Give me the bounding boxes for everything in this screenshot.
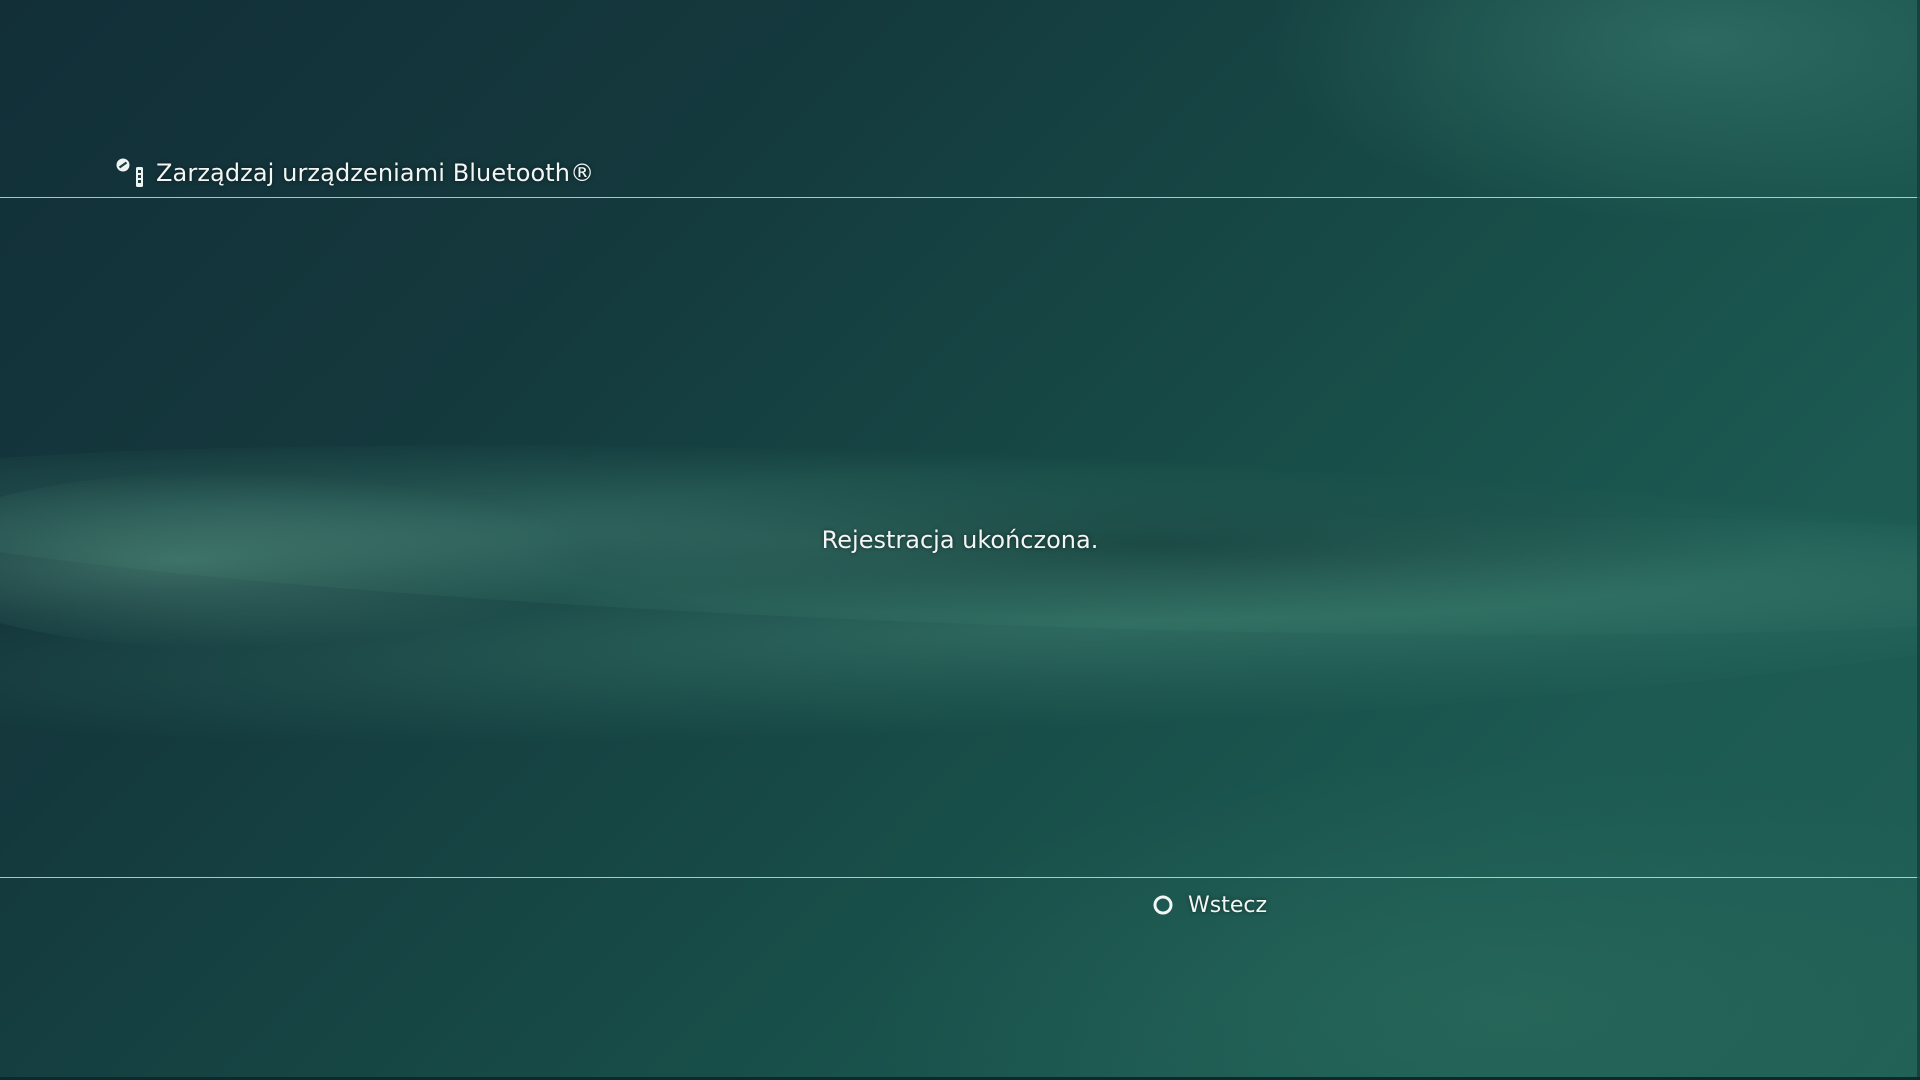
page-header: Zarządzaj urządzeniami Bluetooth® bbox=[114, 155, 594, 191]
background-wave bbox=[0, 477, 1920, 783]
status-message: Rejestracja ukończona. bbox=[821, 526, 1099, 554]
back-button[interactable]: Wstecz bbox=[1152, 890, 1267, 920]
background-wave bbox=[0, 470, 600, 650]
header-divider bbox=[0, 197, 1920, 198]
circle-button-icon bbox=[1152, 894, 1174, 916]
bluetooth-controller-settings-icon bbox=[114, 155, 154, 191]
footer-divider bbox=[0, 877, 1920, 878]
page-title: Zarządzaj urządzeniami Bluetooth® bbox=[156, 159, 595, 187]
ps3-settings-screen: Zarządzaj urządzeniami Bluetooth® Rejest… bbox=[0, 0, 1920, 1080]
back-button-label: Wstecz bbox=[1188, 892, 1268, 918]
